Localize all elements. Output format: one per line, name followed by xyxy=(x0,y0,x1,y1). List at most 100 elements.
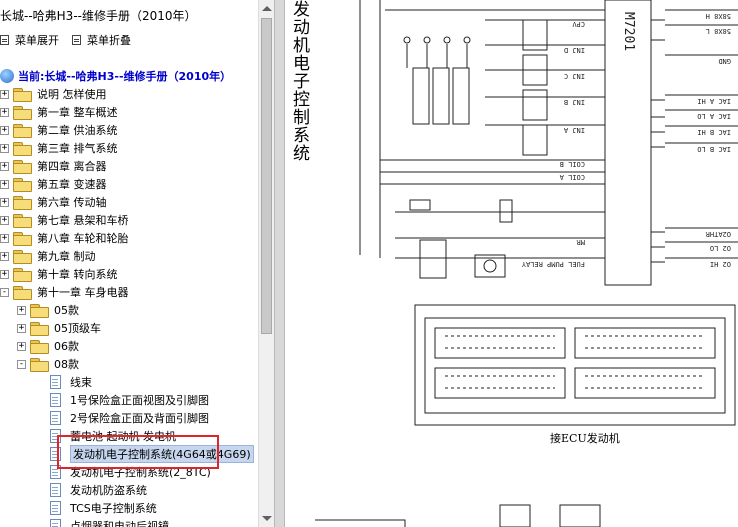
tree-subfolder[interactable]: + 05款 xyxy=(17,301,79,319)
harness-label: IAC B HI xyxy=(697,128,731,136)
folder-icon xyxy=(13,213,32,228)
document-icon xyxy=(50,501,61,515)
window-title: 长城--哈弗H3--维修手册（2010年） xyxy=(0,9,197,23)
pin-label: MR xyxy=(576,238,585,246)
diagram-pane: 发动机电子控制系统 CPV INJ D INJ C INJ B INJ A CO… xyxy=(285,0,738,527)
pin-label: INJ D xyxy=(564,46,585,54)
tree-item-label: 第三章 排气系统 xyxy=(37,142,118,155)
tree-item[interactable]: + 第七章 悬架和车桥 xyxy=(0,211,129,229)
tree-doc-label: 线束 xyxy=(70,376,92,389)
menu-toolbar: 菜单展开 菜单折叠 xyxy=(0,30,258,50)
tree-item[interactable]: + 第九章 制动 xyxy=(0,247,96,265)
tree-item[interactable]: + 第一章 整车概述 xyxy=(0,103,118,121)
tree-item[interactable]: + 第三章 排气系统 xyxy=(0,139,118,157)
pin-label: INJ B xyxy=(564,98,585,106)
expand-icon[interactable]: + xyxy=(0,89,9,99)
collapse-menu-label: 菜单折叠 xyxy=(87,34,131,47)
tree-item[interactable]: - 第十一章 车身电器 xyxy=(0,283,129,301)
harness-label: GND xyxy=(718,57,731,65)
expand-icon[interactable]: + xyxy=(17,341,26,351)
tree-subfolder[interactable]: + 06款 xyxy=(17,337,79,355)
folder-icon xyxy=(13,267,32,282)
tree-item-label: 第一章 整车概述 xyxy=(37,106,118,119)
collapse-icon[interactable]: - xyxy=(0,287,9,297)
folder-icon xyxy=(13,159,32,174)
pin-label: COIL A xyxy=(559,173,585,181)
annotation-highlight-box xyxy=(57,435,219,469)
tree-doc-label: 发动机防盗系统 xyxy=(70,484,147,497)
folder-icon xyxy=(13,123,32,138)
folder-icon xyxy=(13,87,32,102)
expand-icon[interactable]: + xyxy=(0,161,9,171)
tree-doc[interactable]: TCS电子控制系统 xyxy=(50,499,157,517)
folder-icon xyxy=(13,249,32,264)
tree-doc-label: 2号保险盒正面及背面引脚图 xyxy=(70,412,209,425)
tree-root[interactable]: 当前:长城--哈弗H3--维修手册（2010年） xyxy=(0,67,231,85)
expand-icon[interactable]: + xyxy=(0,251,9,261)
window-title-bar: 长城--哈弗H3--维修手册（2010年） xyxy=(0,4,258,24)
scroll-down-icon[interactable] xyxy=(262,516,272,521)
expand-icon[interactable]: + xyxy=(0,233,9,243)
pin-label: INJ C xyxy=(564,72,585,80)
open-folder-icon xyxy=(30,357,49,372)
tree-doc[interactable]: 2号保险盒正面及背面引脚图 xyxy=(50,409,209,427)
harness-label: 58X8 L xyxy=(706,27,731,35)
collapse-menu-button[interactable]: 菜单折叠 xyxy=(72,32,131,48)
scroll-up-icon[interactable] xyxy=(262,6,272,11)
expand-icon[interactable]: + xyxy=(0,125,9,135)
expand-icon[interactable]: + xyxy=(0,143,9,153)
collapse-icon[interactable]: - xyxy=(17,359,26,369)
tree-item[interactable]: + 第二章 供油系统 xyxy=(0,121,118,139)
tree-doc[interactable]: 点烟器和电动后视镜 xyxy=(50,517,169,527)
ecu-caption: 接ECU发动机 xyxy=(550,432,620,445)
tree-item[interactable]: + 第八章 车轮和轮胎 xyxy=(0,229,129,247)
tree-item-label: 第八章 车轮和轮胎 xyxy=(37,232,129,245)
tree-item-label: 第九章 制动 xyxy=(37,250,96,263)
tree-doc-label: TCS电子控制系统 xyxy=(70,502,157,515)
tree-scrollbar[interactable] xyxy=(258,0,274,527)
document-icon xyxy=(50,393,61,407)
tree-subfolder[interactable]: - 08款 xyxy=(17,355,79,373)
document-icon xyxy=(50,519,61,527)
pin-label: INJ A xyxy=(563,126,585,134)
pin-label: CPV xyxy=(572,20,585,28)
pane-splitter[interactable] xyxy=(274,0,285,527)
tree-doc-label: 1号保险盒正面视图及引脚图 xyxy=(70,394,209,407)
expand-menu-button[interactable]: 菜单展开 xyxy=(0,32,59,48)
scrollbar-thumb[interactable] xyxy=(261,18,272,334)
tree-item-label: 说明 怎样使用 xyxy=(37,88,107,101)
tree-item-label: 第十一章 车身电器 xyxy=(37,286,129,299)
expand-icon[interactable]: + xyxy=(0,107,9,117)
harness-label: 58X8 H xyxy=(706,12,731,20)
tree-item[interactable]: + 说明 怎样使用 xyxy=(0,85,107,103)
tree-item-label: 第六章 传动轴 xyxy=(37,196,107,209)
tree-item-label: 06款 xyxy=(54,340,79,353)
folder-icon xyxy=(13,141,32,156)
tree-doc[interactable]: 1号保险盒正面视图及引脚图 xyxy=(50,391,209,409)
tree-doc[interactable]: 发动机防盗系统 xyxy=(50,481,147,499)
document-icon xyxy=(50,411,61,425)
ecu-chip-label: M7201 xyxy=(621,12,636,51)
tree-doc[interactable]: 线束 xyxy=(50,373,92,391)
expand-icon[interactable]: + xyxy=(0,215,9,225)
tree-item-label: 第七章 悬架和车桥 xyxy=(37,214,129,227)
harness-label: IAC B LO xyxy=(697,145,731,153)
tree-item[interactable]: + 第十章 转向系统 xyxy=(0,265,118,283)
pin-label: FUEL PUMP RELAY xyxy=(521,260,585,268)
tree-item[interactable]: + 第五章 变速器 xyxy=(0,175,107,193)
expand-icon[interactable]: + xyxy=(0,179,9,189)
expand-icon[interactable]: + xyxy=(17,323,26,333)
harness-label: O2ATHR xyxy=(705,230,731,238)
tree-item-label: 第十章 转向系统 xyxy=(37,268,118,281)
open-folder-icon xyxy=(13,285,32,300)
tree-item-label: 05顶级车 xyxy=(54,322,101,335)
tree-item[interactable]: + 第四章 离合器 xyxy=(0,157,107,175)
tree-subfolder[interactable]: + 05顶级车 xyxy=(17,319,101,337)
expand-icon[interactable]: + xyxy=(0,197,9,207)
tree-item-label: 第二章 供油系统 xyxy=(37,124,118,137)
tree-item[interactable]: + 第六章 传动轴 xyxy=(0,193,107,211)
expand-icon[interactable]: + xyxy=(0,269,9,279)
harness-label: IAC A HI xyxy=(697,97,731,105)
folder-icon xyxy=(30,339,49,354)
expand-icon[interactable]: + xyxy=(17,305,26,315)
